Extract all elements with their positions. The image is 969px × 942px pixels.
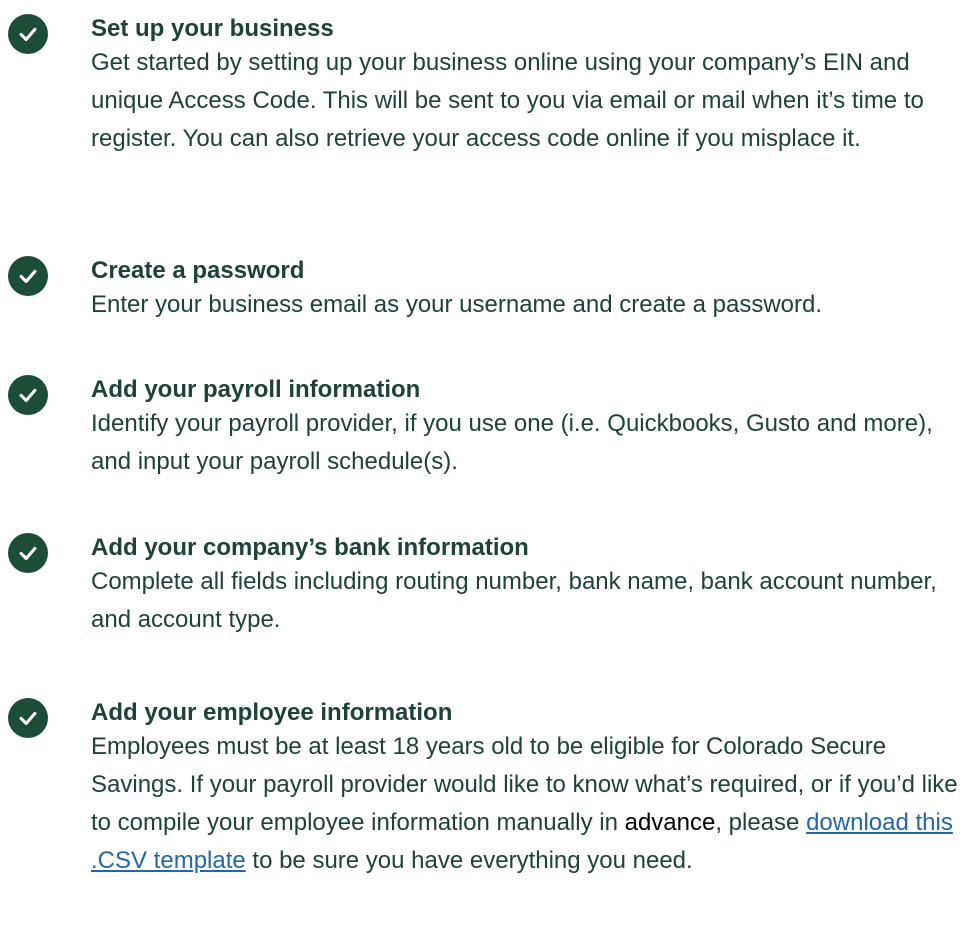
step-title: Add your employee information — [91, 699, 453, 726]
check-circle-icon — [8, 256, 48, 296]
step-text: Add your employee information Employees … — [91, 698, 966, 880]
check-circle-icon — [8, 375, 48, 415]
check-circle-icon — [8, 533, 48, 573]
step-text: Add your payroll information Identify yo… — [91, 375, 966, 481]
description-text: , please — [715, 809, 807, 836]
step-title: Set up your business — [91, 15, 334, 42]
step-description: Enter your business email as your userna… — [91, 291, 823, 318]
onboarding-steps-list: Set up your business Get started by sett… — [0, 0, 969, 942]
step-description: Complete all fields including routing nu… — [91, 568, 937, 633]
step-title: Add your company’s bank information — [91, 534, 529, 561]
check-circle-icon — [8, 698, 48, 738]
step-description: Identify your payroll provider, if you u… — [91, 410, 933, 475]
step-text: Set up your business Get started by sett… — [91, 14, 966, 158]
step-description: Get started by setting up your business … — [91, 49, 924, 152]
check-circle-icon — [8, 14, 48, 54]
step-title: Add your payroll information — [91, 376, 421, 403]
step-description: Employees must be at least 18 years old … — [91, 728, 966, 880]
step-text: Create a password Enter your business em… — [91, 256, 966, 324]
description-text: to be sure you have everything you need. — [245, 847, 693, 874]
step-title: Create a password — [91, 257, 305, 284]
description-emphasis: advance — [624, 809, 716, 836]
step-text: Add your company’s bank information Comp… — [91, 533, 966, 639]
